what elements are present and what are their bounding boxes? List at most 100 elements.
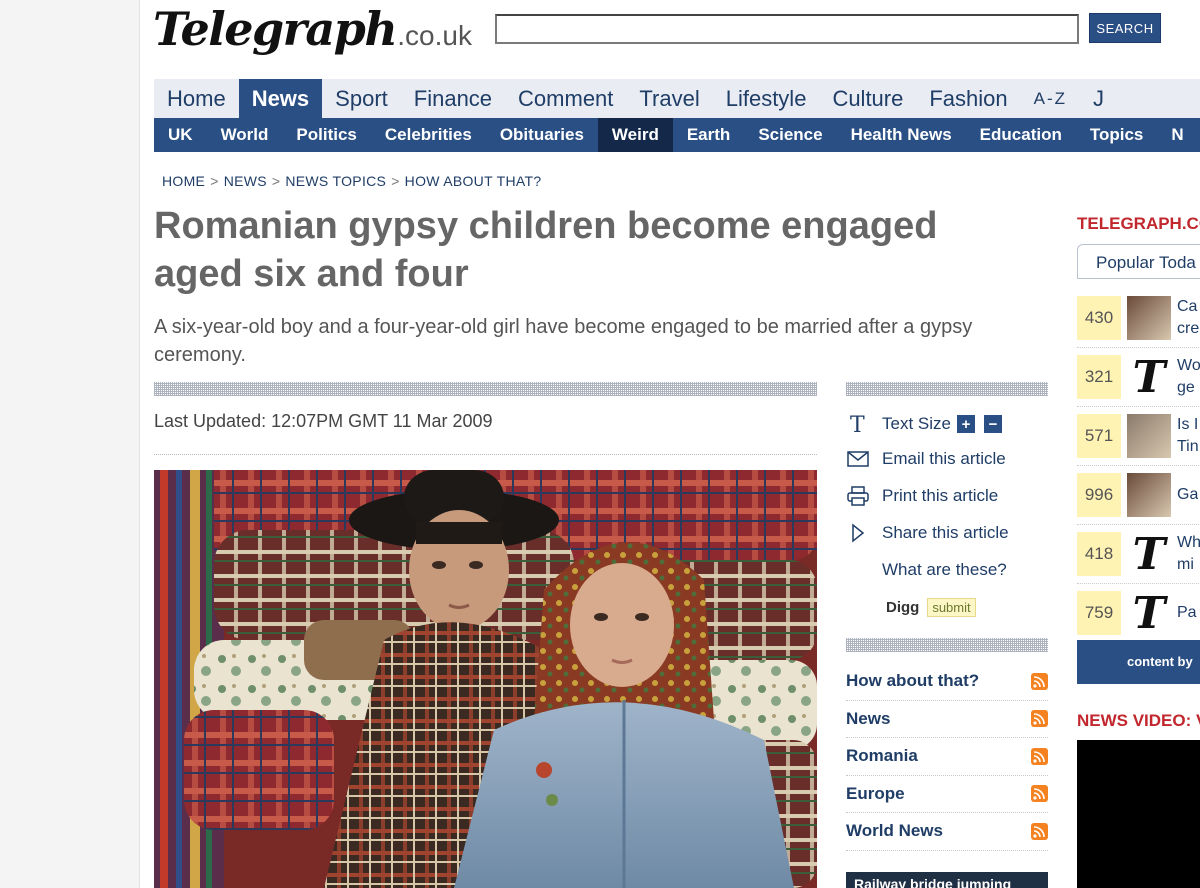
what-are-these-link[interactable]: What are these?: [846, 551, 1048, 588]
popular-headline[interactable]: Pa: [1177, 602, 1197, 624]
popular-count-badge: 418: [1077, 532, 1121, 576]
share-article-link[interactable]: Share this article: [846, 514, 1048, 551]
right-column-title[interactable]: TELEGRAPH.CO: [1077, 214, 1200, 234]
topic-label: How about that?: [846, 671, 980, 691]
sub-nav-item-science[interactable]: Science: [744, 118, 836, 152]
popular-headline[interactable]: Wo ge: [1177, 355, 1200, 399]
popular-item[interactable]: 418 T Wh mi: [1077, 525, 1200, 584]
sub-nav-item-uk[interactable]: UK: [154, 118, 207, 152]
popular-headline[interactable]: Wh mi: [1177, 532, 1200, 576]
telegraph-t-logo-icon[interactable]: T: [1127, 355, 1171, 399]
main-nav-item-travel[interactable]: Travel: [626, 79, 712, 118]
sub-nav-item-obituaries[interactable]: Obituaries: [486, 118, 598, 152]
digg-submit-button[interactable]: submit: [927, 597, 976, 617]
article-photo: [154, 470, 817, 888]
video-player[interactable]: [1077, 740, 1200, 888]
main-nav-item-fashion[interactable]: Fashion: [916, 79, 1020, 118]
print-article-label: Print this article: [882, 485, 999, 505]
topic-item[interactable]: World News: [846, 813, 1048, 851]
sub-nav-item-health-news[interactable]: Health News: [837, 118, 966, 152]
children-photo-illustration: [154, 470, 817, 888]
article-thumbnail[interactable]: [1127, 296, 1171, 340]
rss-icon[interactable]: [1031, 710, 1048, 728]
main-nav-item-j[interactable]: J: [1080, 79, 1117, 118]
digg-label: Digg: [886, 598, 920, 616]
popular-headline-line: cre: [1177, 320, 1200, 337]
popular-count-badge: 321: [1077, 355, 1121, 399]
main-nav-item-home[interactable]: Home: [154, 79, 239, 118]
topic-item[interactable]: Romania: [846, 738, 1048, 776]
main-nav-item-sport[interactable]: Sport: [322, 79, 401, 118]
sub-nav-item-earth[interactable]: Earth: [673, 118, 744, 152]
breadcrumb-news-topics[interactable]: NEWS TOPICS: [285, 173, 386, 189]
text-size-decrease-button[interactable]: −: [983, 415, 1002, 433]
logo-brand: Telegraph: [153, 2, 398, 56]
breadcrumb-home[interactable]: HOME: [162, 173, 205, 189]
article-standfirst: A six-year-old boy and a four-year-old g…: [154, 316, 973, 366]
main-nav-item-comment[interactable]: Comment: [505, 79, 626, 118]
text-size-control: T Text Size + −: [846, 408, 1048, 440]
search-button[interactable]: SEARCH: [1089, 13, 1161, 43]
popular-item[interactable]: 321 T Wo ge: [1077, 348, 1200, 407]
topic-item[interactable]: How about that?: [846, 663, 1048, 701]
last-updated: Last Updated: 12:07PM GMT 11 Mar 2009: [154, 411, 493, 431]
popular-headline-line: Tin: [1177, 438, 1199, 455]
popular-headline-line: Pa: [1177, 604, 1197, 621]
sub-nav-item-n[interactable]: N: [1157, 118, 1197, 152]
topic-list: How about that? News Romania Europe World Ne…: [846, 663, 1048, 851]
breadcrumb-how-about-that[interactable]: HOW ABOUT THAT?: [405, 173, 542, 189]
sub-nav-item-weird[interactable]: Weird: [597, 118, 673, 152]
popular-headline[interactable]: Is I Tin: [1177, 414, 1199, 458]
page: Telegraph.co.uk SEARCH Home News Sport Fina…: [140, 0, 1200, 888]
rss-icon[interactable]: [1031, 785, 1048, 803]
sub-nav-item-celebrities[interactable]: Celebrities: [371, 118, 486, 152]
main-nav-item-culture[interactable]: Culture: [819, 79, 916, 118]
rss-icon[interactable]: [1031, 822, 1048, 840]
sub-nav-item-politics[interactable]: Politics: [282, 118, 370, 152]
what-are-these-label: What are these?: [882, 559, 1007, 579]
rss-icon[interactable]: [1031, 747, 1048, 765]
sub-nav-item-topics[interactable]: Topics: [1076, 118, 1158, 152]
text-size-increase-button[interactable]: +: [956, 415, 975, 433]
printer-icon: [846, 485, 870, 507]
popular-headline[interactable]: Ga: [1177, 484, 1198, 506]
tab-popular-today[interactable]: Popular Toda: [1077, 244, 1200, 278]
article-thumbnail[interactable]: [1127, 473, 1171, 517]
telegraph-t-logo-icon[interactable]: T: [1127, 591, 1171, 635]
breadcrumb-news[interactable]: NEWS: [224, 173, 267, 189]
search-input[interactable]: [495, 14, 1079, 44]
popular-headline-line: Wo: [1177, 357, 1200, 374]
main-nav-item-finance[interactable]: Finance: [401, 79, 505, 118]
topic-label: World News: [846, 821, 943, 841]
main-nav-item-a-z[interactable]: A-Z: [1021, 79, 1080, 118]
article-thumbnail[interactable]: [1127, 414, 1171, 458]
main-nav-item-news[interactable]: News: [238, 79, 323, 118]
sub-nav-item-world[interactable]: World: [207, 118, 283, 152]
print-article-link[interactable]: Print this article: [846, 477, 1048, 514]
sub-nav-item-education[interactable]: Education: [966, 118, 1076, 152]
topic-label: Romania: [846, 746, 918, 766]
popular-headline[interactable]: Ca cre: [1177, 296, 1199, 340]
promo-banner[interactable]: Railway bridge jumping: [846, 872, 1048, 888]
popular-count-badge: 571: [1077, 414, 1121, 458]
telegraph-t-logo-icon[interactable]: T: [1127, 532, 1171, 576]
telegraph-logo[interactable]: Telegraph.co.uk: [153, 2, 472, 56]
popular-item[interactable]: 430 Ca cre: [1077, 289, 1200, 348]
main-nav-item-lifestyle[interactable]: Lifestyle: [713, 79, 820, 118]
email-article-link[interactable]: Email this article: [846, 440, 1048, 477]
email-article-label: Email this article: [882, 448, 1006, 468]
main-nav: Home News Sport Finance Comment Travel Lifesty…: [154, 79, 1200, 118]
content-by-banner[interactable]: content by: [1077, 640, 1200, 684]
popular-headline-line: Ga: [1177, 486, 1199, 503]
popular-item[interactable]: 759 T Pa: [1077, 584, 1200, 643]
news-video-title[interactable]: NEWS VIDEO: V: [1077, 711, 1200, 731]
divider-hatch: [846, 638, 1048, 652]
popular-item[interactable]: 571 Is I Tin: [1077, 407, 1200, 466]
popular-headline-line: Wh: [1177, 534, 1200, 551]
share-arrow-icon: [846, 522, 870, 544]
popular-item[interactable]: 996 Ga: [1077, 466, 1200, 525]
article-headline: Romanian gypsy children become engaged a…: [154, 205, 938, 295]
topic-item[interactable]: Europe: [846, 776, 1048, 813]
rss-icon[interactable]: [1031, 672, 1048, 690]
topic-item[interactable]: News: [846, 701, 1048, 738]
